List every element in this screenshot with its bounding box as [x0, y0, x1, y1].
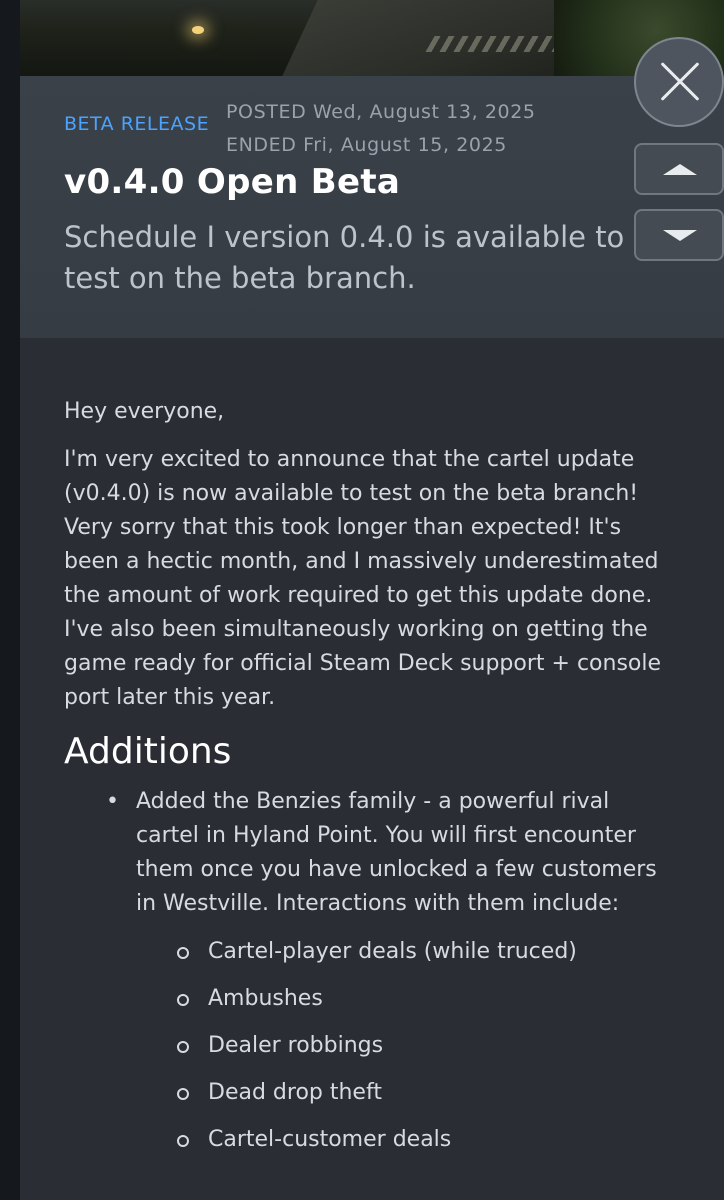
- interactions-sublist: Cartel-player deals (while truced) Ambus…: [136, 935, 674, 1157]
- close-button[interactable]: [634, 37, 724, 127]
- intro-paragraph: I'm very excited to announce that the ca…: [64, 447, 662, 710]
- list-item: Added the Benzies family - a powerful ri…: [106, 785, 674, 1157]
- chevron-up-icon: [663, 164, 697, 175]
- window-edge: [0, 0, 20, 1200]
- event-title: v0.4.0 Open Beta: [64, 162, 401, 202]
- section-heading: Additions: [64, 731, 232, 772]
- header-banner-image: [20, 0, 724, 76]
- subtitle-line: test on the beta branch.: [64, 261, 416, 295]
- event-type-badge: BETA RELEASE: [64, 113, 210, 135]
- sublist-item: Cartel-customer deals: [177, 1123, 674, 1157]
- chevron-down-icon: [663, 230, 697, 241]
- event-dates: POSTED Wed, August 13, 2025 ENDED Fri, A…: [226, 96, 536, 162]
- greeting-paragraph: Hey everyone,: [64, 399, 225, 424]
- sublist-item: Cartel-player deals (while truced): [177, 935, 674, 969]
- posted-date: POSTED Wed, August 13, 2025: [226, 101, 536, 123]
- previous-event-button[interactable]: [634, 143, 724, 195]
- sublist-item: Ambushes: [177, 982, 674, 1016]
- additions-list: Added the Benzies family - a powerful ri…: [64, 785, 674, 1157]
- banner-lamp: [192, 26, 204, 34]
- subtitle-line: Schedule I version 0.4.0 is available to: [64, 220, 625, 254]
- sublist-item: Dead drop theft: [177, 1076, 674, 1110]
- next-event-button[interactable]: [634, 209, 724, 261]
- sublist-item: Dealer robbings: [177, 1029, 674, 1063]
- announcement-content: Hey everyone, I'm very excited to announ…: [64, 395, 674, 1170]
- list-item-text: Added the Benzies family - a powerful ri…: [136, 789, 657, 916]
- ended-date: ENDED Fri, August 15, 2025: [226, 134, 507, 156]
- event-subtitle: Schedule I version 0.4.0 is available to…: [64, 217, 644, 299]
